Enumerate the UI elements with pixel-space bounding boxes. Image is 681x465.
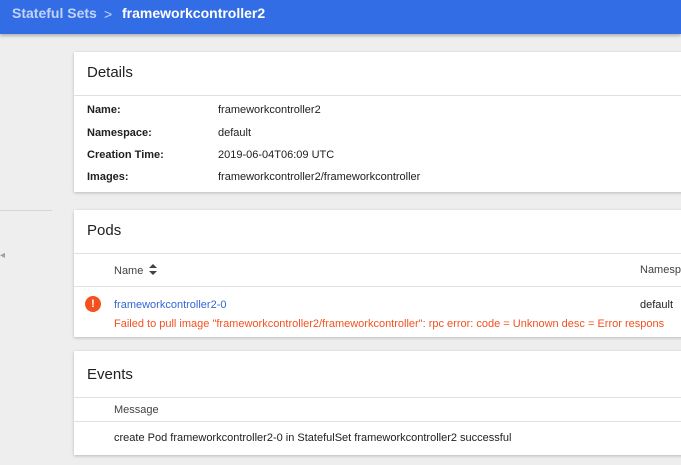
details-card: Details Name: frameworkcontroller2 Names… bbox=[74, 52, 681, 192]
sort-icon[interactable] bbox=[149, 264, 158, 275]
detail-value-creation-time: 2019-06-04T06:09 UTC bbox=[218, 149, 335, 161]
pod-name-link[interactable]: frameworkcontroller2-0 bbox=[114, 299, 226, 311]
sidebar-collapse-icon[interactable]: ◂ bbox=[0, 250, 5, 261]
detail-label-images: Images: bbox=[87, 171, 129, 183]
detail-label-namespace: Namespace: bbox=[87, 127, 152, 139]
pods-column-name[interactable]: Name bbox=[114, 264, 158, 277]
event-message: create Pod frameworkcontroller2-0 in Sta… bbox=[114, 432, 512, 444]
detail-value-namespace: default bbox=[218, 127, 252, 139]
sidebar-divider bbox=[0, 210, 52, 211]
top-bar: Stateful Sets > frameworkcontroller2 bbox=[0, 0, 681, 34]
events-header-divider bbox=[74, 421, 681, 422]
breadcrumb-chevron-icon: > bbox=[104, 6, 113, 22]
pods-column-name-label: Name bbox=[114, 265, 144, 277]
pod-error-message: Failed to pull image "frameworkcontrolle… bbox=[114, 318, 665, 330]
pods-card: Pods Name Namesp ! frameworkcontroller2-… bbox=[74, 210, 681, 337]
breadcrumb-stateful-sets-link[interactable]: Stateful Sets bbox=[12, 5, 97, 21]
events-column-message[interactable]: Message bbox=[114, 404, 159, 416]
detail-label-creation-time: Creation Time: bbox=[87, 149, 164, 161]
details-divider bbox=[74, 95, 681, 96]
pods-header-divider bbox=[74, 286, 681, 287]
events-title: Events bbox=[87, 366, 133, 383]
pods-title: Pods bbox=[87, 222, 122, 239]
events-card: Events Message create Pod frameworkcontr… bbox=[74, 351, 681, 455]
detail-value-name: frameworkcontroller2 bbox=[218, 104, 321, 116]
details-title: Details bbox=[87, 64, 133, 81]
error-icon: ! bbox=[85, 296, 101, 312]
events-divider bbox=[74, 397, 681, 398]
pods-divider bbox=[74, 253, 681, 254]
breadcrumb-current: frameworkcontroller2 bbox=[122, 5, 266, 21]
detail-label-name: Name: bbox=[87, 104, 121, 116]
pod-namespace: default bbox=[640, 299, 674, 311]
pods-column-namespace[interactable]: Namesp bbox=[640, 264, 681, 276]
detail-value-images: frameworkcontroller2/frameworkcontroller bbox=[218, 171, 421, 183]
